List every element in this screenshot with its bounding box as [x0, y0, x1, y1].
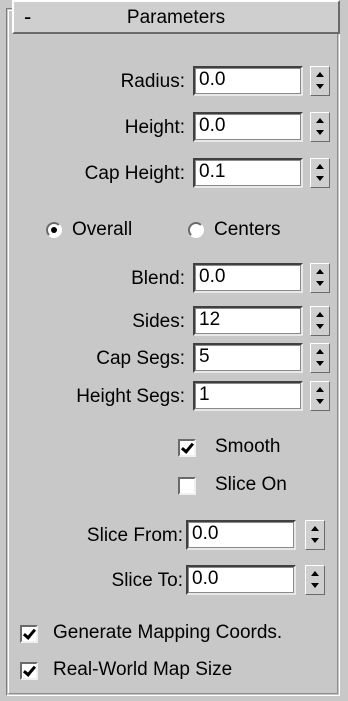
real-world-map-size-label[interactable]: Real-World Map Size: [53, 658, 232, 682]
radius-field[interactable]: 0.0: [193, 66, 303, 96]
slice-from-spinner-down-icon[interactable]: [306, 535, 324, 549]
height-segs-spinner-down-icon[interactable]: [311, 396, 329, 410]
centers-radio-label[interactable]: Centers: [214, 218, 281, 242]
slice-from-row: Slice From: 0.0: [0, 520, 348, 552]
height-segs-label: Height Segs:: [76, 386, 185, 407]
radius-label: Radius:: [120, 71, 185, 92]
height-label: Height:: [124, 117, 185, 138]
cap-height-spinner-down-icon[interactable]: [311, 173, 329, 187]
sides-label: Sides:: [132, 311, 185, 332]
blend-spinner: [310, 263, 330, 293]
height-segs-row: Height Segs: 1: [0, 381, 348, 413]
slice-from-field[interactable]: 0.0: [186, 520, 296, 550]
cap-segs-label: Cap Segs:: [96, 348, 185, 369]
smooth-label[interactable]: Smooth: [215, 435, 280, 459]
centers-radio[interactable]: [188, 222, 204, 238]
cap-segs-spinner-up-icon[interactable]: [311, 344, 329, 358]
sides-spinner: [310, 306, 330, 336]
height-spinner-down-icon[interactable]: [311, 127, 329, 141]
blend-spinner-down-icon[interactable]: [311, 278, 329, 292]
cap-segs-spinner: [310, 343, 330, 373]
radius-spinner-down-icon[interactable]: [311, 81, 329, 95]
sides-spinner-down-icon[interactable]: [311, 321, 329, 335]
cap-height-row: Cap Height: 0.1: [0, 158, 348, 190]
generate-mapping-coords-label[interactable]: Generate Mapping Coords.: [53, 621, 282, 645]
height-segs-field[interactable]: 1: [193, 381, 303, 411]
slice-from-spinner-up-icon[interactable]: [306, 521, 324, 535]
overall-radio-label[interactable]: Overall: [72, 218, 132, 242]
height-spinner-up-icon[interactable]: [311, 113, 329, 127]
overall-radio[interactable]: [46, 222, 62, 238]
radius-row: Radius: 0.0: [0, 66, 348, 98]
slice-to-field[interactable]: 0.0: [186, 565, 296, 595]
rollout-title: Parameters: [126, 7, 226, 28]
generate-mapping-coords-checkbox[interactable]: [20, 625, 38, 643]
rollout-title-bar[interactable]: - Parameters: [12, 0, 340, 34]
sides-row: Sides: 12: [0, 306, 348, 338]
height-row: Height: 0.0: [0, 112, 348, 144]
real-world-map-size-checkbox[interactable]: [20, 662, 38, 680]
slice-on-checkbox[interactable]: [178, 477, 196, 495]
cap-height-field[interactable]: 0.1: [193, 158, 303, 188]
radius-spinner: [310, 66, 330, 96]
radius-spinner-up-icon[interactable]: [311, 67, 329, 81]
blend-spinner-up-icon[interactable]: [311, 264, 329, 278]
cap-height-label: Cap Height:: [84, 163, 185, 184]
cap-segs-row: Cap Segs: 5: [0, 343, 348, 375]
sides-spinner-up-icon[interactable]: [311, 307, 329, 321]
cap-segs-field[interactable]: 5: [193, 343, 303, 373]
cap-height-spinner-up-icon[interactable]: [311, 159, 329, 173]
slice-to-row: Slice To: 0.0: [0, 565, 348, 597]
slice-to-spinner: [305, 565, 325, 595]
height-field[interactable]: 0.0: [193, 112, 303, 142]
slice-to-spinner-up-icon[interactable]: [306, 566, 324, 580]
height-segs-spinner-up-icon[interactable]: [311, 382, 329, 396]
blend-label: Blend:: [131, 268, 185, 289]
slice-from-label: Slice From:: [86, 525, 183, 546]
blend-field[interactable]: 0.0: [193, 263, 303, 293]
smooth-checkbox[interactable]: [178, 439, 196, 457]
height-spinner: [310, 112, 330, 142]
slice-on-label[interactable]: Slice On: [215, 473, 287, 497]
slice-to-spinner-down-icon[interactable]: [306, 580, 324, 594]
sides-field[interactable]: 12: [193, 306, 303, 336]
height-segs-spinner: [310, 381, 330, 411]
cap-height-spinner: [310, 158, 330, 188]
cap-segs-spinner-down-icon[interactable]: [311, 358, 329, 372]
slice-from-spinner: [305, 520, 325, 550]
blend-row: Blend: 0.0: [0, 263, 348, 295]
slice-to-label: Slice To:: [111, 570, 183, 591]
